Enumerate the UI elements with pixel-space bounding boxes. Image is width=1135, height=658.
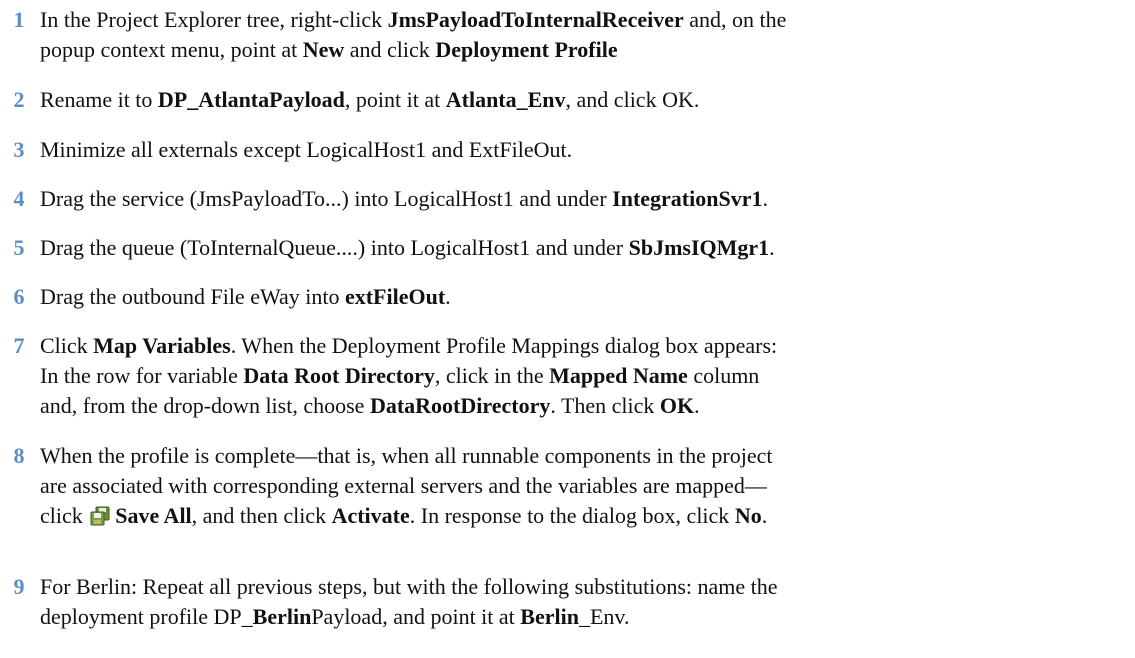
text-run: In the Project Explorer tree, right-clic… bbox=[40, 7, 388, 32]
text-run: Click bbox=[40, 333, 94, 358]
step-line: Drag the service (JmsPayloadTo...) into … bbox=[40, 184, 1125, 214]
step-text: Click Map Variables. When the Deployment… bbox=[40, 331, 1125, 421]
bold-text: OK bbox=[659, 393, 695, 418]
text-run: Rename it to bbox=[40, 87, 158, 112]
text-run: and, from the drop-down list, choose bbox=[40, 393, 370, 418]
step-number: 7 bbox=[13, 333, 25, 358]
text-run: In the row for variable bbox=[40, 363, 244, 388]
text-run: . bbox=[445, 284, 451, 309]
text-run: and click bbox=[344, 37, 436, 62]
step-number: 3 bbox=[13, 137, 25, 162]
text-run: , point it at bbox=[344, 87, 446, 112]
text-run: , click in the bbox=[434, 363, 550, 388]
step-line: deployment profile DP_BerlinPayload, and… bbox=[40, 602, 1125, 632]
bold-text: Map Variables bbox=[93, 333, 231, 358]
text-run: and, on the bbox=[683, 7, 787, 32]
text-run: popup context menu, point at bbox=[40, 37, 303, 62]
step-line: Drag the outbound File eWay into extFile… bbox=[40, 282, 1125, 312]
step-text: Rename it to DP_AtlantaPayload, point it… bbox=[40, 85, 1125, 115]
bold-text: JmsPayloadToInternalReceiver bbox=[387, 7, 684, 32]
bold-text: Berlin bbox=[520, 604, 579, 629]
bold-text: No bbox=[734, 503, 762, 528]
step-number: 1 bbox=[13, 7, 25, 32]
bold-text: extFileOut bbox=[344, 284, 446, 309]
step-number: 8 bbox=[13, 443, 25, 468]
bold-text: Berlin bbox=[252, 604, 312, 629]
step-line: are associated with corresponding extern… bbox=[40, 473, 767, 498]
bold-text: Activate bbox=[331, 503, 410, 528]
text-run: . bbox=[762, 186, 768, 211]
text-run: _Env. bbox=[578, 604, 630, 629]
step-text: Drag the service (JmsPayloadTo...) into … bbox=[40, 184, 1125, 214]
step-line: When the profile is complete—that is, wh… bbox=[40, 443, 773, 468]
text-run: , and click OK. bbox=[565, 87, 700, 112]
step-text: In the Project Explorer tree, right-clic… bbox=[40, 5, 1125, 65]
text-run: Drag the service (JmsPayloadTo...) into … bbox=[40, 186, 613, 211]
text-run: Drag the queue (ToInternalQueue....) int… bbox=[40, 235, 629, 260]
save-all-icon bbox=[90, 504, 110, 526]
text-run: Payload, and point it at bbox=[311, 604, 521, 629]
bold-text: DP_AtlantaPayload bbox=[157, 87, 345, 112]
text-run: click bbox=[40, 503, 89, 528]
bold-text: Mapped Name bbox=[549, 363, 688, 388]
step-text: When the profile is complete—that is, wh… bbox=[40, 441, 1125, 531]
step-line: Click Map Variables. When the Deployment… bbox=[40, 331, 1125, 361]
text-run: . When the Deployment Profile Mappings d… bbox=[230, 333, 778, 358]
text-run: . Then click bbox=[550, 393, 660, 418]
step-number: 6 bbox=[13, 284, 25, 309]
text-run: deployment profile DP_ bbox=[40, 604, 253, 629]
step-number: 5 bbox=[13, 235, 25, 260]
step-line: popup context menu, point at New and cli… bbox=[40, 35, 1125, 65]
bold-text: Save All bbox=[115, 503, 192, 528]
step-line: In the row for variable Data Root Direct… bbox=[40, 361, 1125, 391]
step-line: Drag the queue (ToInternalQueue....) int… bbox=[40, 233, 1125, 263]
bold-text: Atlanta_Env bbox=[445, 87, 566, 112]
step-number: 2 bbox=[13, 87, 25, 112]
text-run: . bbox=[761, 503, 768, 528]
bold-text: Data Root Directory bbox=[243, 363, 435, 388]
bold-text: New bbox=[302, 37, 345, 62]
step-line: and, from the drop-down list, choose Dat… bbox=[40, 391, 1125, 421]
text-run: . bbox=[694, 393, 700, 418]
bold-text: SbJmsIQMgr1 bbox=[628, 235, 770, 260]
step-text: Drag the outbound File eWay into extFile… bbox=[40, 282, 1125, 312]
step-number: 4 bbox=[13, 186, 25, 211]
text-run: , and then click bbox=[191, 503, 332, 528]
step-text: Minimize all externals except LogicalHos… bbox=[40, 135, 1125, 165]
bold-text: IntegrationSvr1 bbox=[612, 186, 763, 211]
step-line: click Save All, and then click Activate.… bbox=[40, 501, 1125, 531]
step-text: Drag the queue (ToInternalQueue....) int… bbox=[40, 233, 1125, 263]
text-run: Drag the outbound File eWay into bbox=[40, 284, 345, 309]
bold-text: Deployment Profile bbox=[435, 37, 618, 62]
text-run: . In response to the dialog box, click bbox=[409, 503, 735, 528]
step-line: In the Project Explorer tree, right-clic… bbox=[40, 5, 1125, 35]
step-line: Minimize all externals except LogicalHos… bbox=[40, 137, 573, 162]
text-run: column bbox=[687, 363, 760, 388]
step-text: For Berlin: Repeat all previous steps, b… bbox=[40, 572, 1125, 632]
step-line: For Berlin: Repeat all previous steps, b… bbox=[40, 574, 778, 599]
step-number: 9 bbox=[13, 574, 25, 599]
step-line: Rename it to DP_AtlantaPayload, point it… bbox=[40, 85, 1125, 115]
text-run: . bbox=[769, 235, 775, 260]
bold-text: DataRootDirectory bbox=[369, 393, 551, 418]
